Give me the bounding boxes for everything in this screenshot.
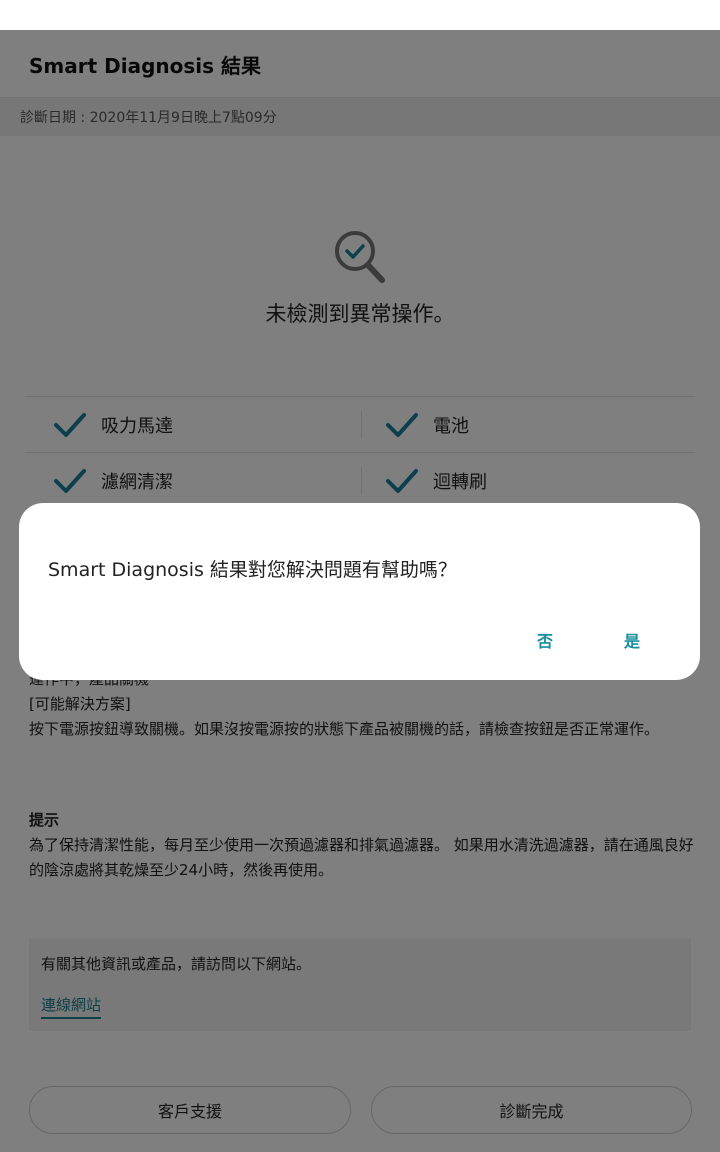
- no-button[interactable]: 否: [537, 628, 553, 652]
- yes-button[interactable]: 是: [624, 628, 640, 652]
- status-bar: [0, 0, 720, 30]
- feedback-dialog: Smart Diagnosis 結果對您解決問題有幫助嗎？ 否 是: [19, 503, 700, 680]
- dialog-question: Smart Diagnosis 結果對您解決問題有幫助嗎？: [48, 559, 457, 581]
